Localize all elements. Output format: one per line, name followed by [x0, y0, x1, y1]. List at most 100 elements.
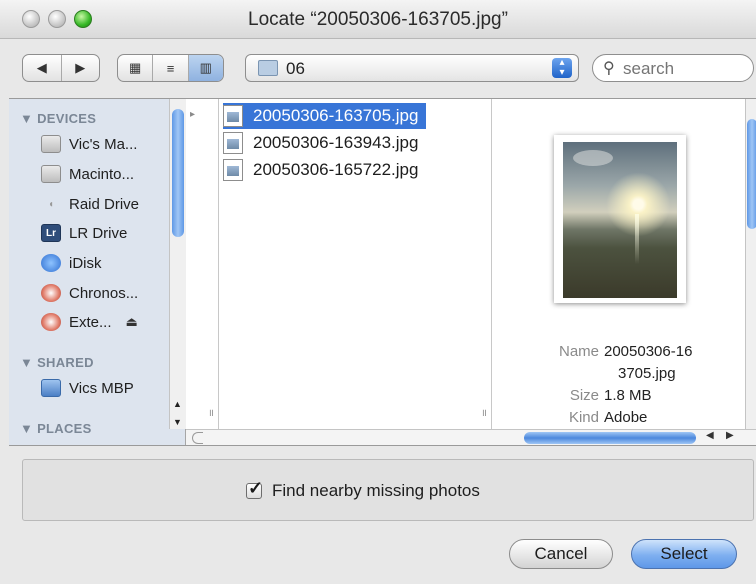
folder-popup-label: 06 — [286, 59, 305, 78]
meta-size-row: Size 1.8 MB — [492, 387, 727, 409]
file-name: 20050306-163943.jpg — [253, 133, 419, 152]
file-name: 20050306-163705.jpg — [253, 106, 419, 125]
sidebar-item-label: Chronos... — [69, 284, 139, 302]
find-nearby-checkbox[interactable]: ✓ — [246, 478, 263, 499]
sidebar-item-label: LR Drive — [69, 224, 128, 242]
idisk-icon — [41, 254, 61, 272]
meta-name-row: Name 20050306-16 — [492, 343, 727, 365]
list-view-button[interactable]: ≡ — [153, 55, 189, 81]
meta-label: Kind — [568, 409, 599, 426]
sidebar-item-label: Raid Drive — [69, 195, 140, 213]
popup-stepper-icon: ▴ ▾ — [552, 58, 572, 78]
meta-value: 3705.jpg — [618, 365, 676, 382]
list-view-icon: ≡ — [166, 60, 175, 76]
devices-heading[interactable]: ▼ DEVICES — [20, 111, 96, 126]
network-computer-icon — [41, 379, 61, 397]
file-row[interactable]: 20050306-165722.jpg — [223, 157, 426, 183]
scroll-right-arrow-icon[interactable]: ▶ — [726, 430, 734, 441]
scroll-up-arrow-icon[interactable]: ▲ — [173, 399, 182, 409]
column-resize-handle[interactable]: ॥ — [481, 405, 487, 419]
search-field[interactable]: ⚲ — [592, 54, 754, 82]
column-view-button[interactable]: ▥ — [188, 55, 223, 81]
cancel-button[interactable]: Cancel — [509, 539, 613, 569]
icon-view-icon: ▦ — [129, 60, 142, 75]
time-machine-icon — [41, 313, 61, 331]
meta-value: 20050306-16 — [604, 343, 693, 360]
sidebar-item-vics-mbp[interactable]: Vics MBP — [41, 375, 134, 401]
cloud-shape — [573, 150, 613, 166]
hard-drive-icon — [41, 165, 61, 183]
back-forward-control: ◀ ▶ — [22, 54, 100, 82]
checkmark-icon: ✓ — [248, 478, 264, 498]
time-machine-icon — [41, 284, 61, 302]
sidebar-scrollbar[interactable]: ▲ ▼ — [169, 99, 186, 429]
lr-drive-icon: Lr — [41, 224, 61, 242]
select-button[interactable]: Select — [631, 539, 737, 569]
search-icon: ⚲ — [603, 60, 615, 77]
meta-label: Name — [558, 343, 599, 360]
sidebar-item-external[interactable]: Exte... ⏏ — [41, 309, 138, 335]
scroll-down-arrow-icon[interactable]: ▼ — [173, 417, 182, 427]
folder-icon — [258, 60, 278, 76]
jpeg-file-icon — [223, 105, 243, 127]
back-arrow-icon: ◀ — [36, 60, 47, 75]
shared-heading[interactable]: ▼ SHARED — [20, 355, 94, 370]
sidebar-item-idisk[interactable]: iDisk — [41, 250, 102, 276]
folder-popup[interactable]: 06 ▴ ▾ — [245, 54, 579, 82]
preview-pane: Name 20050306-16 3705.jpg Size 1.8 MB Ki… — [492, 99, 744, 429]
back-button[interactable]: ◀ — [23, 55, 62, 81]
sidebar-item-label: iDisk — [69, 254, 102, 272]
photo-preview — [554, 135, 686, 303]
meta-name-row-cont: 3705.jpg — [492, 365, 727, 387]
eject-icon[interactable]: ⏏ — [126, 314, 138, 330]
search-input[interactable] — [621, 58, 745, 80]
sidebar-item-label: Vic's Ma... — [69, 135, 138, 153]
options-box: ✓ Find nearby missing photos — [22, 459, 754, 521]
column-view-icon: ▥ — [199, 60, 212, 75]
jpeg-file-icon — [223, 159, 243, 181]
file-row[interactable]: 20050306-163943.jpg — [223, 130, 426, 156]
horizontal-scroll-thumb[interactable] — [524, 432, 696, 444]
view-mode-control: ▦ ≡ ▥ — [117, 54, 224, 82]
scroll-left-arrow-icon[interactable]: ◀ — [706, 430, 714, 441]
sidebar-item-lr-drive[interactable]: Lr LR Drive — [41, 220, 127, 246]
sidebar-item-macintosh[interactable]: Macinto... — [41, 161, 134, 187]
meta-kind-row: Kind Adobe — [492, 409, 727, 431]
locate-dialog: Locate “20050306-163705.jpg” ◀ ▶ ▦ ≡ ▥ 0… — [0, 0, 756, 584]
preview-scrollbar[interactable] — [745, 99, 756, 429]
photo-thumbnail — [563, 142, 677, 298]
sidebar-item-chronos[interactable]: Chronos... — [41, 280, 138, 306]
file-column: 20050306-163705.jpg 20050306-163943.jpg … — [219, 99, 492, 429]
forward-arrow-icon: ▶ — [75, 60, 86, 75]
places-heading[interactable]: ▼ PLACES — [20, 421, 92, 436]
raid-icon: ◖ — [47, 198, 55, 210]
window-title: Locate “20050306-163705.jpg” — [248, 9, 508, 30]
parent-column: ▸ ॥ — [186, 99, 219, 429]
sidebar-item-label: Exte... — [69, 313, 112, 331]
file-row-selected[interactable]: 20050306-163705.jpg — [223, 103, 427, 129]
file-name: 20050306-165722.jpg — [253, 160, 419, 179]
preview-scroll-thumb[interactable] — [747, 119, 756, 229]
sidebar: ▼ DEVICES Vic's Ma... Macinto... ◖ Raid … — [9, 99, 186, 445]
meta-value: 1.8 MB — [604, 387, 652, 404]
forward-button[interactable]: ▶ — [62, 55, 100, 81]
icon-view-button[interactable]: ▦ — [118, 55, 154, 81]
title-bar: Locate “20050306-163705.jpg” — [0, 0, 756, 39]
sidebar-scroll-thumb[interactable] — [172, 109, 184, 237]
horizontal-scrollbar[interactable]: ◀ ▶ — [186, 429, 756, 445]
sun-reflection-shape — [635, 214, 639, 264]
sidebar-item-label: Macinto... — [69, 165, 135, 183]
meta-label: Size — [569, 387, 599, 404]
sidebar-item-vics-mac[interactable]: Vic's Ma... — [41, 131, 137, 157]
scroll-track-cap — [192, 432, 203, 444]
jpeg-file-icon — [223, 132, 243, 154]
hard-drive-icon — [41, 135, 61, 153]
toolbar: ◀ ▶ ▦ ≡ ▥ 06 ▴ ▾ ⚲ — [0, 38, 756, 98]
sidebar-item-raid-drive[interactable]: ◖ Raid Drive — [41, 191, 139, 217]
column-resize-handle[interactable]: ॥ — [208, 405, 214, 419]
sidebar-item-label: Vics MBP — [69, 379, 134, 397]
chevron-right-icon: ▸ — [190, 109, 196, 120]
file-browser: ▼ DEVICES Vic's Ma... Macinto... ◖ Raid … — [9, 98, 756, 446]
find-nearby-label[interactable]: Find nearby missing photos — [272, 481, 480, 501]
meta-value: Adobe — [604, 409, 648, 426]
